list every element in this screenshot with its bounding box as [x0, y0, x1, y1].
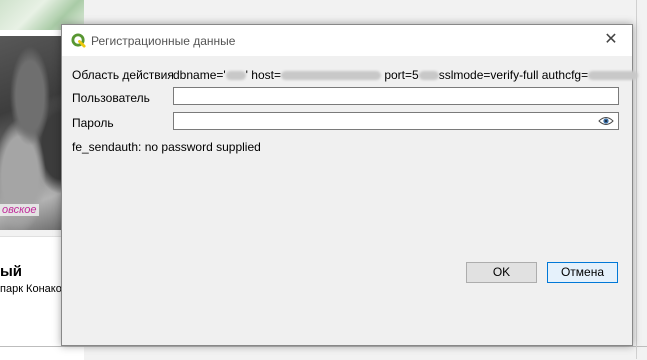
close-button[interactable]: ✕ — [600, 30, 622, 52]
close-icon: ✕ — [604, 31, 618, 48]
password-label: Пароль — [72, 116, 114, 130]
redacted-host — [281, 71, 381, 81]
qgis-logo-icon — [71, 33, 86, 48]
scope-value: dbname=' ' host= port=5 sslmode=verify-ful… — [173, 68, 639, 82]
scope-sslmode-authcfg: sslmode=verify-full authcfg= — [438, 68, 589, 82]
scope-label: Область действия — [72, 68, 174, 82]
password-input[interactable] — [173, 112, 619, 130]
error-message: fe_sendauth: no password supplied — [72, 140, 261, 154]
scope-host: ' host= — [245, 68, 281, 82]
dialog-title: Регистрационные данные — [91, 34, 236, 48]
user-input[interactable] — [173, 87, 619, 105]
card-subtitle: парк Конако — [0, 283, 62, 295]
user-label: Пользователь — [72, 91, 150, 105]
scope-port: port=5 — [381, 68, 419, 82]
credentials-dialog: Регистрационные данные ✕ Область действи… — [61, 24, 639, 346]
ok-button[interactable]: OK — [466, 262, 537, 283]
scope-dbname: dbname=' — [173, 68, 226, 82]
redacted-dbname — [225, 71, 246, 81]
background-window-edge — [636, 0, 637, 359]
redacted-authcfg — [588, 71, 639, 81]
dialog-titlebar[interactable]: Регистрационные данные ✕ — [62, 25, 632, 56]
redacted-port — [418, 71, 439, 81]
card-title: ый — [0, 263, 23, 280]
background-divider — [0, 346, 647, 347]
map-place-label: овское — [0, 204, 39, 216]
cancel-button[interactable]: Отмена — [547, 262, 618, 283]
eye-icon[interactable] — [598, 116, 614, 126]
